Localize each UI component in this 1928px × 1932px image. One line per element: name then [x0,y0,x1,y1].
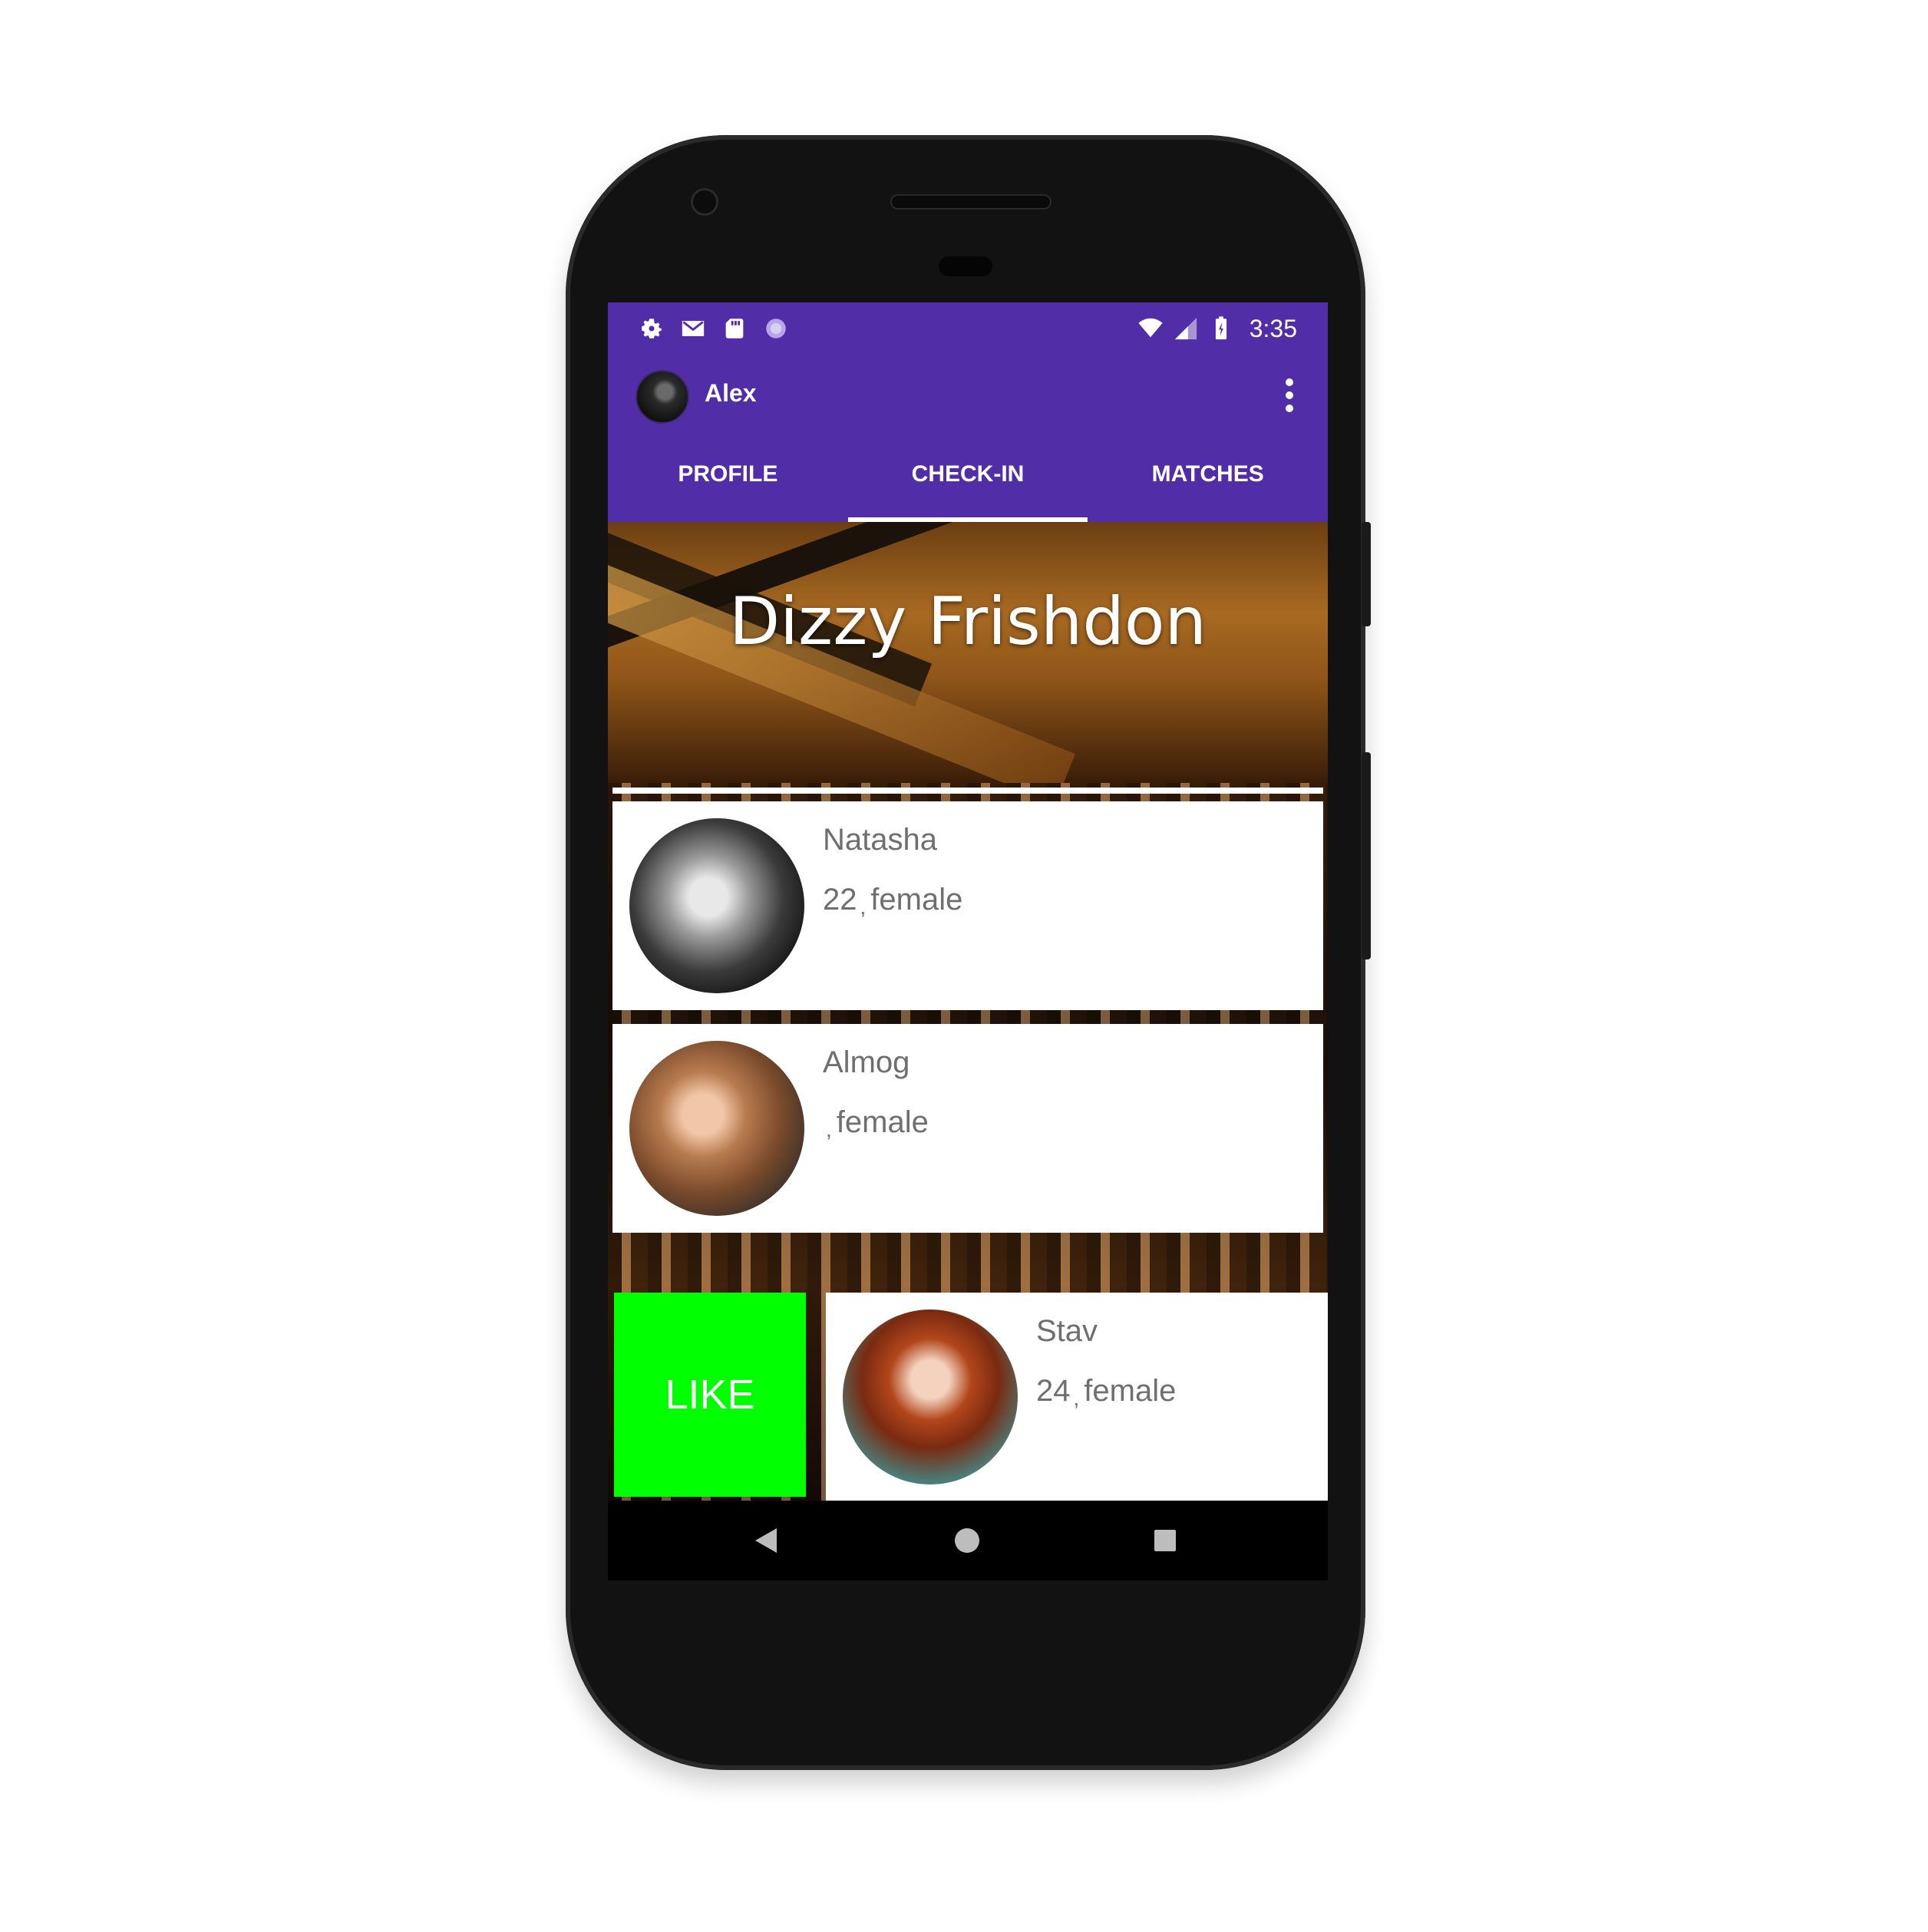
tab-bar: PROFILE CHECK-IN MATCHES [608,438,1328,522]
front-camera [691,188,718,216]
user-name: Alex [705,379,757,407]
proximity-sensor [939,256,992,276]
user-avatar[interactable] [636,370,689,424]
person-card-stav[interactable]: Stav 24, female [826,1293,1328,1501]
like-button[interactable]: LIKE [614,1293,806,1497]
person-age: 22 [823,883,857,916]
person-photo [629,1041,804,1216]
person-name: Natasha [823,823,937,857]
recents-icon[interactable] [1154,1530,1176,1551]
power-button [1362,522,1371,626]
person-photo [843,1309,1018,1485]
status-bar: 3:35 [608,302,1328,353]
settings-icon [642,319,662,339]
wifi-icon [1138,318,1163,338]
person-name: Stav [1036,1314,1098,1348]
person-card-almog[interactable]: Almog , female [612,1024,1323,1233]
sync-icon [766,319,786,339]
person-details: 24, female [1036,1374,1177,1410]
tab-matches[interactable]: MATCHES [1088,438,1328,522]
person-gender: female [870,883,963,916]
back-icon[interactable] [755,1528,777,1553]
screen: 3:35 Alex PROFILE CHECK-IN MATCHES Dizzy… [608,302,1328,1580]
tab-check-in[interactable]: CHECK-IN [847,438,1088,522]
venue-title: Dizzy Frishdon [728,583,1207,660]
overflow-menu-icon[interactable] [1282,373,1297,419]
gmail-icon [682,321,705,336]
signal-icon [1174,317,1197,340]
sd-card-icon [725,319,744,339]
person-name: Almog [823,1045,910,1079]
person-details: 22, female [823,883,963,919]
volume-button [1362,752,1371,959]
checkin-content: Dizzy Frishdon Natasha 22, female Almog ,… [608,522,1328,1501]
status-time: 3:35 [1249,314,1297,342]
person-photo [629,818,804,993]
list-divider [612,788,1323,794]
tab-profile[interactable]: PROFILE [608,438,848,522]
person-gender: female [836,1105,929,1139]
battery-icon [1215,316,1226,340]
person-details: , female [826,1105,929,1141]
person-age: 24 [1036,1374,1071,1408]
app-bar: Alex [608,353,1328,438]
person-card-natasha[interactable]: Natasha 22, female [612,801,1323,1010]
navigation-bar [608,1501,1328,1580]
home-icon[interactable] [955,1528,979,1553]
person-gender: female [1084,1374,1177,1408]
earpiece-speaker [890,194,1051,210]
